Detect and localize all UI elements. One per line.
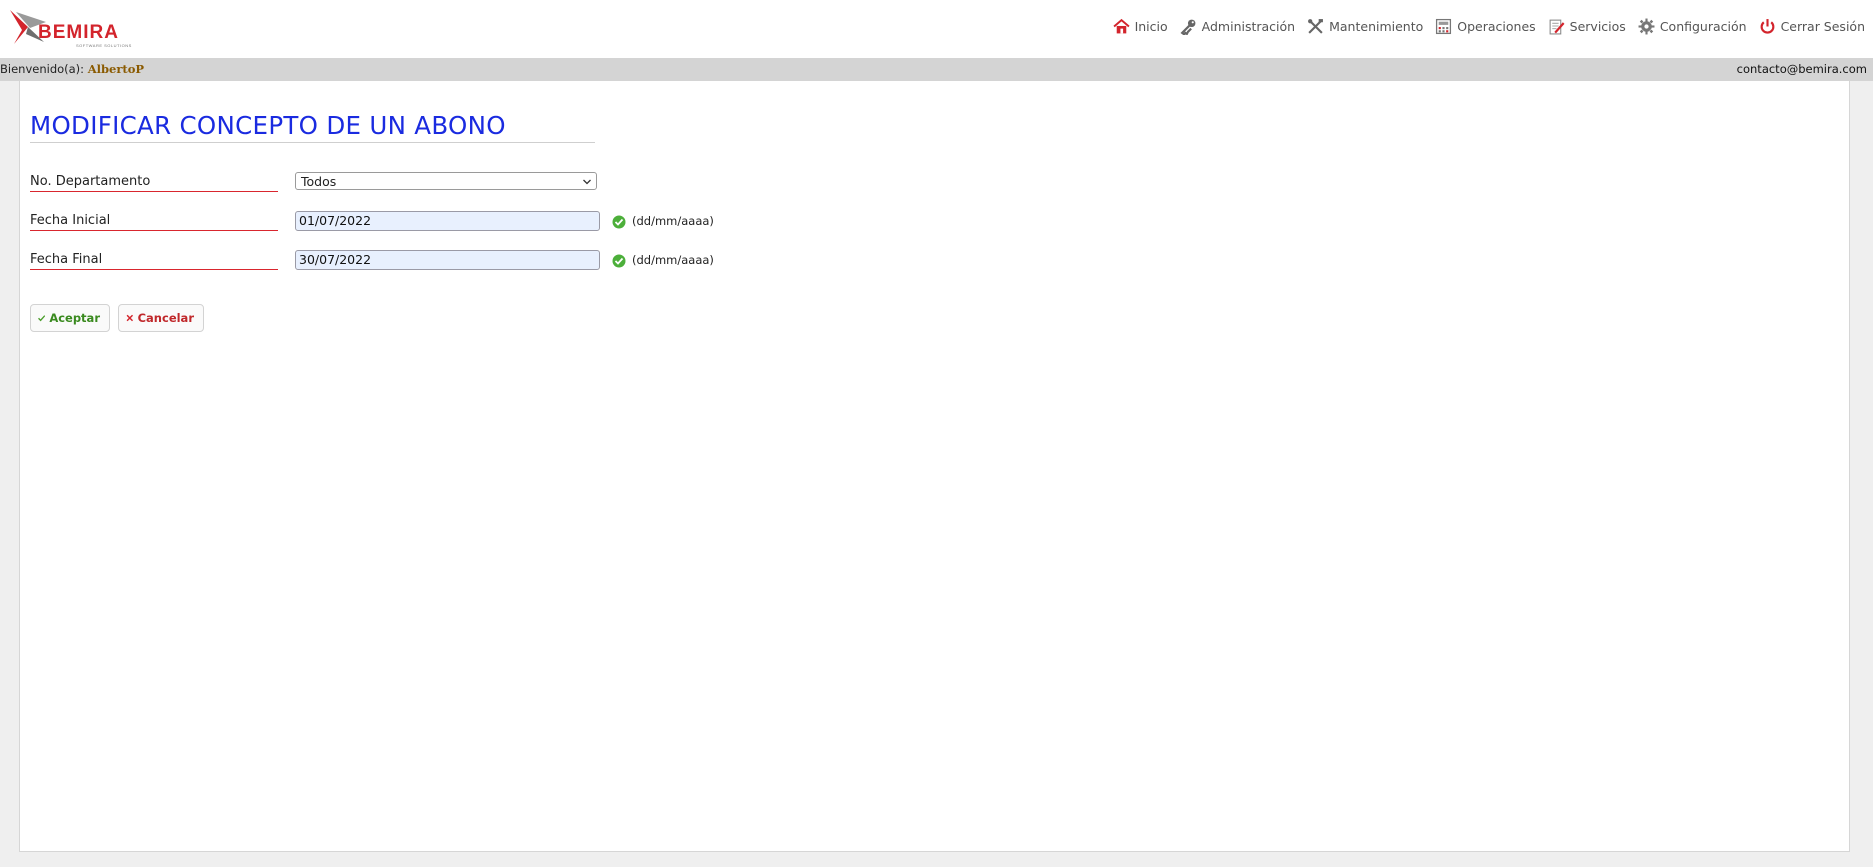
accept-button[interactable]: Aceptar — [30, 304, 110, 332]
page-title: MODIFICAR CONCEPTO DE UN ABONO — [30, 111, 595, 143]
chevron-down-icon — [583, 179, 591, 185]
checkmark-icon — [38, 315, 46, 322]
nav-operaciones[interactable]: Operaciones — [1435, 18, 1536, 35]
nav-cerrar-sesion[interactable]: Cerrar Sesión — [1759, 18, 1865, 35]
nav-inicio[interactable]: Inicio — [1113, 18, 1168, 35]
contact-email: contacto@bemira.com — [1736, 62, 1867, 76]
edit-document-icon — [1549, 19, 1565, 34]
nav-configuracion[interactable]: Configuración — [1638, 18, 1747, 35]
check-circle-icon — [612, 215, 626, 229]
logo-text: BEMIRA — [38, 22, 119, 43]
nav-configuracion-label: Configuración — [1659, 18, 1747, 34]
gear-icon — [1638, 18, 1655, 34]
fecha-final-label: Fecha Final — [30, 251, 278, 270]
nav-inicio-label: Inicio — [1134, 18, 1168, 34]
close-icon — [126, 314, 134, 322]
departamento-label: No. Departamento — [30, 173, 278, 192]
check-circle-icon — [612, 254, 626, 268]
cancel-button-label: Cancelar — [137, 311, 194, 325]
nav-mantenimiento[interactable]: Mantenimiento — [1307, 18, 1423, 35]
nav-servicios-label: Servicios — [1569, 18, 1626, 34]
nav-mantenimiento-label: Mantenimiento — [1329, 18, 1424, 34]
accept-button-label: Aceptar — [49, 311, 100, 325]
calculator-icon — [1436, 18, 1452, 34]
nav-operaciones-label: Operaciones — [1457, 18, 1536, 34]
bemira-logo[interactable]: BEMIRA SOFTWARE SOLUTIONS — [8, 8, 136, 48]
main-nav: Inicio Administración Mantenimiento Oper… — [1101, 16, 1865, 36]
nav-administracion-label: Administración — [1201, 18, 1296, 34]
welcome-message: Bienvenido(a): AlbertoP — [0, 58, 144, 81]
fecha-inicial-label: Fecha Inicial — [30, 212, 278, 231]
fecha-inicial-input[interactable]: 01/07/2022 — [295, 211, 600, 231]
top-header: BEMIRA SOFTWARE SOLUTIONS Inicio Adminis… — [0, 0, 1873, 58]
cancel-button[interactable]: Cancelar — [118, 304, 204, 332]
tools-icon — [1308, 18, 1324, 34]
welcome-username: AlbertoP — [87, 62, 145, 76]
fecha-inicial-format-hint: (dd/mm/aaaa) — [632, 214, 714, 228]
nav-cerrar-sesion-label: Cerrar Sesión — [1780, 18, 1865, 34]
welcome-bar: Bienvenido(a): AlbertoP contacto@bemira.… — [0, 58, 1873, 81]
welcome-prefix: Bienvenido(a): — [0, 62, 85, 76]
home-icon — [1113, 18, 1130, 33]
fecha-final-input[interactable]: 30/07/2022 — [295, 250, 600, 270]
departamento-select[interactable]: Todos — [295, 172, 597, 190]
key-icon — [1180, 19, 1196, 35]
content-panel: MODIFICAR CONCEPTO DE UN ABONO No. Depar… — [19, 81, 1850, 852]
departamento-selected-value: Todos — [301, 174, 337, 189]
fecha-final-format-hint: (dd/mm/aaaa) — [632, 253, 714, 267]
power-icon — [1760, 18, 1774, 34]
nav-administracion[interactable]: Administración — [1180, 18, 1295, 35]
logo-tagline: SOFTWARE SOLUTIONS — [76, 43, 132, 48]
nav-servicios[interactable]: Servicios — [1548, 18, 1626, 35]
